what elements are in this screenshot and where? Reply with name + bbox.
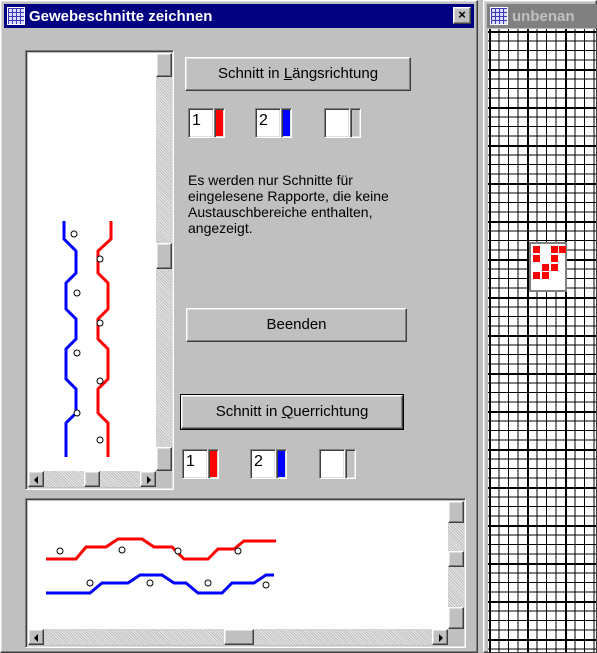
grid-window-titlebar[interactable]: unbenan <box>487 4 597 28</box>
quer-swatch-2[interactable]: 2 <box>250 449 287 479</box>
warp-point <box>234 547 242 555</box>
quer-swatch-1[interactable]: 1 <box>182 449 219 479</box>
weft-thread-red <box>46 537 276 561</box>
warp-point <box>56 547 64 555</box>
rapport-cell <box>551 246 558 253</box>
quer-swatch-3[interactable] <box>319 449 356 479</box>
weft-point <box>73 409 81 417</box>
swatch-color-red <box>208 449 219 479</box>
laengs-section-drawing <box>62 221 113 457</box>
beenden-button[interactable]: Beenden <box>186 308 407 342</box>
quer-hscroll-left-button[interactable] <box>28 629 44 645</box>
laengs-hscrollbar[interactable] <box>28 471 156 487</box>
quer-preview-frame <box>25 498 466 648</box>
dialog-titlebar[interactable]: Gewebeschnitte zeichnen × <box>4 4 474 28</box>
swatch-color-empty <box>350 108 361 138</box>
quer-vscroll-down-region[interactable] <box>448 607 464 629</box>
weft-point <box>96 319 104 327</box>
laengs-preview-canvas <box>28 53 156 471</box>
close-icon: × <box>458 7 466 22</box>
laengs-swatch-2[interactable]: 2 <box>255 108 292 138</box>
quer-hscroll-thumb[interactable] <box>224 629 254 645</box>
swatch-number: 1 <box>182 449 208 479</box>
dialog-title: Gewebeschnitte zeichnen <box>29 7 213 25</box>
quer-preview-canvas <box>28 501 448 629</box>
laengs-swatch-1[interactable]: 1 <box>188 108 225 138</box>
swatch-number: 2 <box>255 108 281 138</box>
warp-point <box>174 547 182 555</box>
swatch-color-red <box>214 108 225 138</box>
left-arrow-icon <box>34 634 38 642</box>
warp-point <box>262 581 270 589</box>
rapport-cell <box>551 264 558 271</box>
warp-thread-blue <box>62 221 78 457</box>
rapport-cell <box>533 272 540 279</box>
laengs-vscroll-up-region[interactable] <box>156 53 172 77</box>
warp-point <box>204 579 212 587</box>
swatch-color-empty <box>345 449 356 479</box>
weft-point <box>96 255 104 263</box>
weave-pattern-grid[interactable] <box>488 29 596 652</box>
rapport-cell <box>559 246 566 253</box>
weft-thread-blue <box>46 573 274 595</box>
rapport-cell <box>533 246 540 253</box>
schnitt-quer-button[interactable]: Schnitt in Querrichtung <box>180 394 404 430</box>
weft-point <box>70 230 78 238</box>
right-arrow-icon <box>439 634 443 642</box>
app-grid-icon <box>7 7 25 25</box>
rapport-cell <box>542 264 549 271</box>
quer-hscroll-right-button[interactable] <box>432 629 448 645</box>
weft-point <box>73 349 81 357</box>
weft-point <box>73 289 81 297</box>
schnitt-laengs-button[interactable]: Schnitt in Längsrichtung <box>185 57 411 91</box>
warp-point <box>146 579 154 587</box>
rapport-cell <box>533 255 540 262</box>
laengs-vscrollbar[interactable] <box>156 53 172 471</box>
swatch-number <box>319 449 345 479</box>
swatch-number <box>324 108 350 138</box>
left-arrow-icon <box>34 476 38 484</box>
rapport-cell <box>542 272 549 279</box>
right-arrow-icon <box>147 476 151 484</box>
swatch-number: 2 <box>250 449 276 479</box>
weft-point <box>96 377 104 385</box>
swatch-color-blue <box>281 108 292 138</box>
swatch-number: 1 <box>188 108 214 138</box>
laengs-swatch-3[interactable] <box>324 108 361 138</box>
weft-point <box>96 436 104 444</box>
close-button[interactable]: × <box>453 7 471 24</box>
quer-vscroll-up-region[interactable] <box>448 501 464 523</box>
laengs-vscroll-down-region[interactable] <box>156 447 172 471</box>
gewebeschnitte-dialog: Gewebeschnitte zeichnen × Schnitt in Län… <box>0 0 478 653</box>
app-grid-icon <box>490 7 508 25</box>
laengs-vscroll-thumb[interactable] <box>156 243 172 269</box>
quer-section-drawing <box>46 537 276 595</box>
laengs-hscroll-right-button[interactable] <box>140 471 156 487</box>
warp-point <box>86 579 94 587</box>
warp-point <box>118 546 126 554</box>
laengs-hscroll-thumb[interactable] <box>84 471 100 487</box>
info-text: Es werden nur Schnitte für eingelesene R… <box>188 172 389 236</box>
laengs-preview-frame <box>25 50 174 490</box>
pattern-grid-window: unbenan <box>483 0 597 653</box>
rapport-cell <box>551 255 558 262</box>
quer-hscrollbar[interactable] <box>28 629 448 645</box>
swatch-color-blue <box>276 449 287 479</box>
grid-window-title: unbenan <box>512 7 575 25</box>
quer-vscroll-thumb[interactable] <box>448 551 464 567</box>
laengs-hscroll-left-button[interactable] <box>28 471 44 487</box>
rapport-selection[interactable] <box>529 242 567 292</box>
quer-vscrollbar[interactable] <box>448 501 464 629</box>
